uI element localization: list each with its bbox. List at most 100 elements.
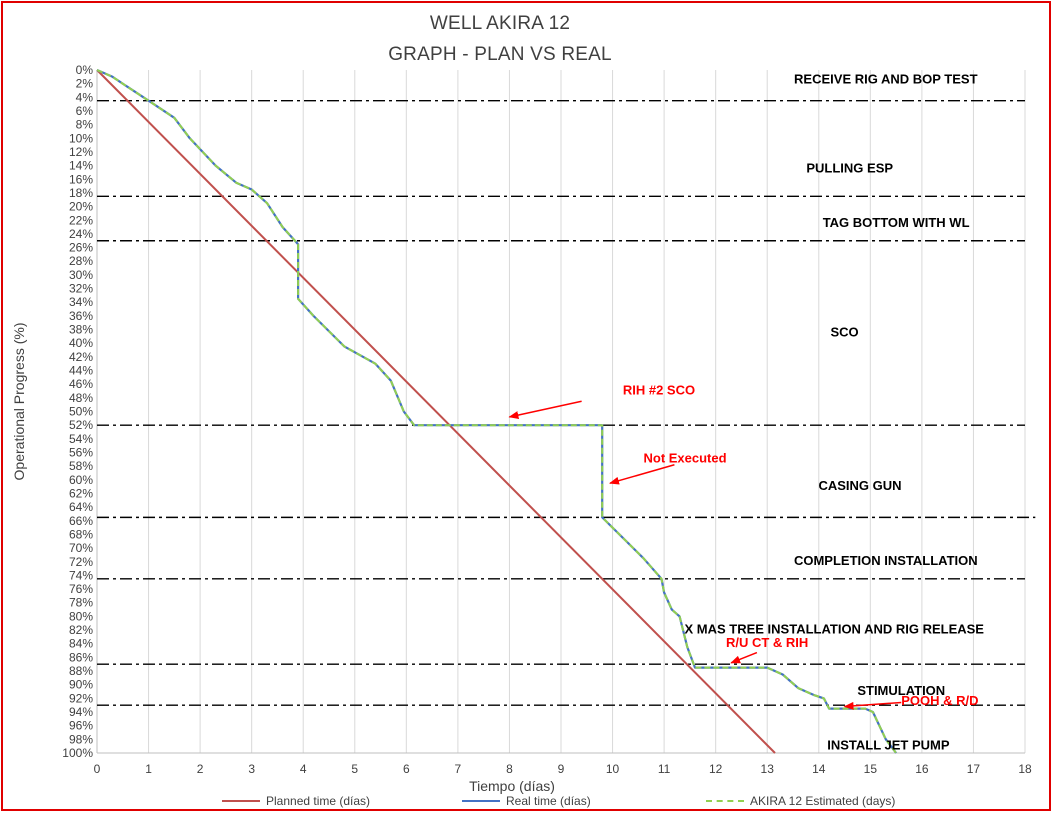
annotation-label: RIH #2 SCO [623,382,695,397]
y-tick-label: 28% [69,254,93,268]
x-tick-label: 5 [351,762,358,776]
x-tick-label: 11 [658,762,671,776]
y-tick-label: 36% [69,309,93,323]
x-tick-label: 16 [915,762,929,776]
y-tick-label: 90% [69,678,93,692]
y-tick-label: 98% [69,732,93,746]
phase-label: PULLING ESP [806,160,893,175]
x-tick-label: 12 [709,762,723,776]
y-tick-label: 94% [69,705,93,719]
y-tick-label: 42% [69,350,93,364]
y-tick-label: 46% [69,377,93,391]
y-tick-label: 50% [69,405,93,419]
series-line-0 [96,69,776,754]
x-tick-label: 18 [1018,762,1032,776]
x-axis-title: Tiempo (días) [469,778,555,794]
y-tick-label: 26% [69,241,93,255]
y-tick-label: 34% [69,295,93,309]
x-tick-label: 14 [812,762,826,776]
legend-swatch-real [462,800,500,802]
annotation-label: POOH & R/D [901,693,978,708]
legend-label-estimated: AKIRA 12 Estimated (days) [750,794,896,808]
y-tick-label: 20% [69,200,93,214]
y-tick-label: 70% [69,541,93,555]
legend-label-planned: Planned time (días) [266,794,371,808]
y-tick-label: 56% [69,445,93,459]
y-tick-label: 96% [69,719,93,733]
phase-label: SCO [830,324,858,339]
phase-label: INSTALL JET PUMP [827,738,950,753]
y-tick-label: 76% [69,582,93,596]
legend-item-planned: Planned time (días) [222,794,370,808]
y-tick-label: 88% [69,664,93,678]
phase-label: CASING GUN [818,478,901,493]
chart-legend: Planned time (días) Real time (días) AKI… [0,794,1056,812]
annotation-label: R/U CT & RIH [726,635,808,650]
annotation-label: Not Executed [643,451,726,466]
x-tick-label: 17 [967,762,981,776]
y-tick-label: 4% [76,90,94,104]
y-tick-label: 100% [62,746,93,760]
y-axis-title: Operational Progress (%) [11,323,27,481]
y-tick-label: 66% [69,514,93,528]
y-tick-label: 86% [69,650,93,664]
legend-item-estimated: AKIRA 12 Estimated (days) [706,794,895,808]
y-tick-label: 74% [69,568,93,582]
y-tick-label: 60% [69,473,93,487]
x-tick-label: 6 [403,762,410,776]
y-tick-label: 0% [76,63,94,77]
phase-label: COMPLETION INSTALLATION [794,553,978,568]
y-tick-label: 12% [69,145,93,159]
annotation-arrow [843,701,902,710]
x-tick-label: 4 [300,762,307,776]
y-tick-label: 14% [69,159,93,173]
annotation-arrow [609,464,675,485]
y-tick-label: 84% [69,637,93,651]
series-line-2 [96,69,897,754]
y-tick-label: 44% [69,364,93,378]
x-tick-label: 15 [864,762,878,776]
y-tick-label: 16% [69,172,93,186]
legend-swatch-planned [222,800,260,802]
y-tick-label: 58% [69,459,93,473]
y-tick-label: 22% [69,213,93,227]
x-tick-label: 13 [761,762,775,776]
annotation-arrow [730,651,758,664]
x-tick-label: 7 [455,762,462,776]
y-tick-label: 54% [69,432,93,446]
x-tick-label: 2 [197,762,204,776]
x-tick-label: 0 [94,762,101,776]
y-tick-label: 62% [69,486,93,500]
y-tick-label: 64% [69,500,93,514]
y-tick-label: 10% [69,131,93,145]
y-tick-label: 30% [69,268,93,282]
y-tick-label: 18% [69,186,93,200]
series-line-1 [96,68,897,754]
y-tick-label: 38% [69,323,93,337]
legend-item-real: Real time (días) [462,794,591,808]
phase-label: TAG BOTTOM WITH WL [823,215,970,230]
y-tick-label: 24% [69,227,93,241]
x-tick-label: 8 [506,762,513,776]
y-tick-label: 8% [76,118,94,132]
y-tick-label: 48% [69,391,93,405]
y-tick-label: 68% [69,527,93,541]
y-tick-label: 82% [69,623,93,637]
y-tick-label: 2% [76,77,94,91]
y-tick-label: 6% [76,104,94,118]
x-tick-label: 9 [558,762,565,776]
y-tick-label: 72% [69,555,93,569]
y-tick-label: 80% [69,609,93,623]
y-tick-label: 92% [69,691,93,705]
annotation-arrow [508,400,582,419]
y-tick-label: 40% [69,336,93,350]
legend-swatch-estimated [706,800,744,802]
y-tick-label: 52% [69,418,93,432]
phase-label: RECEIVE RIG AND BOP TEST [794,72,978,87]
y-tick-label: 32% [69,282,93,296]
x-tick-label: 10 [606,762,620,776]
y-tick-label: 78% [69,596,93,610]
legend-label-real: Real time (días) [506,794,591,808]
chart-plot: 0%2%4%6%8%10%12%14%16%18%20%22%24%26%28%… [11,63,1036,794]
x-tick-label: 1 [145,762,152,776]
